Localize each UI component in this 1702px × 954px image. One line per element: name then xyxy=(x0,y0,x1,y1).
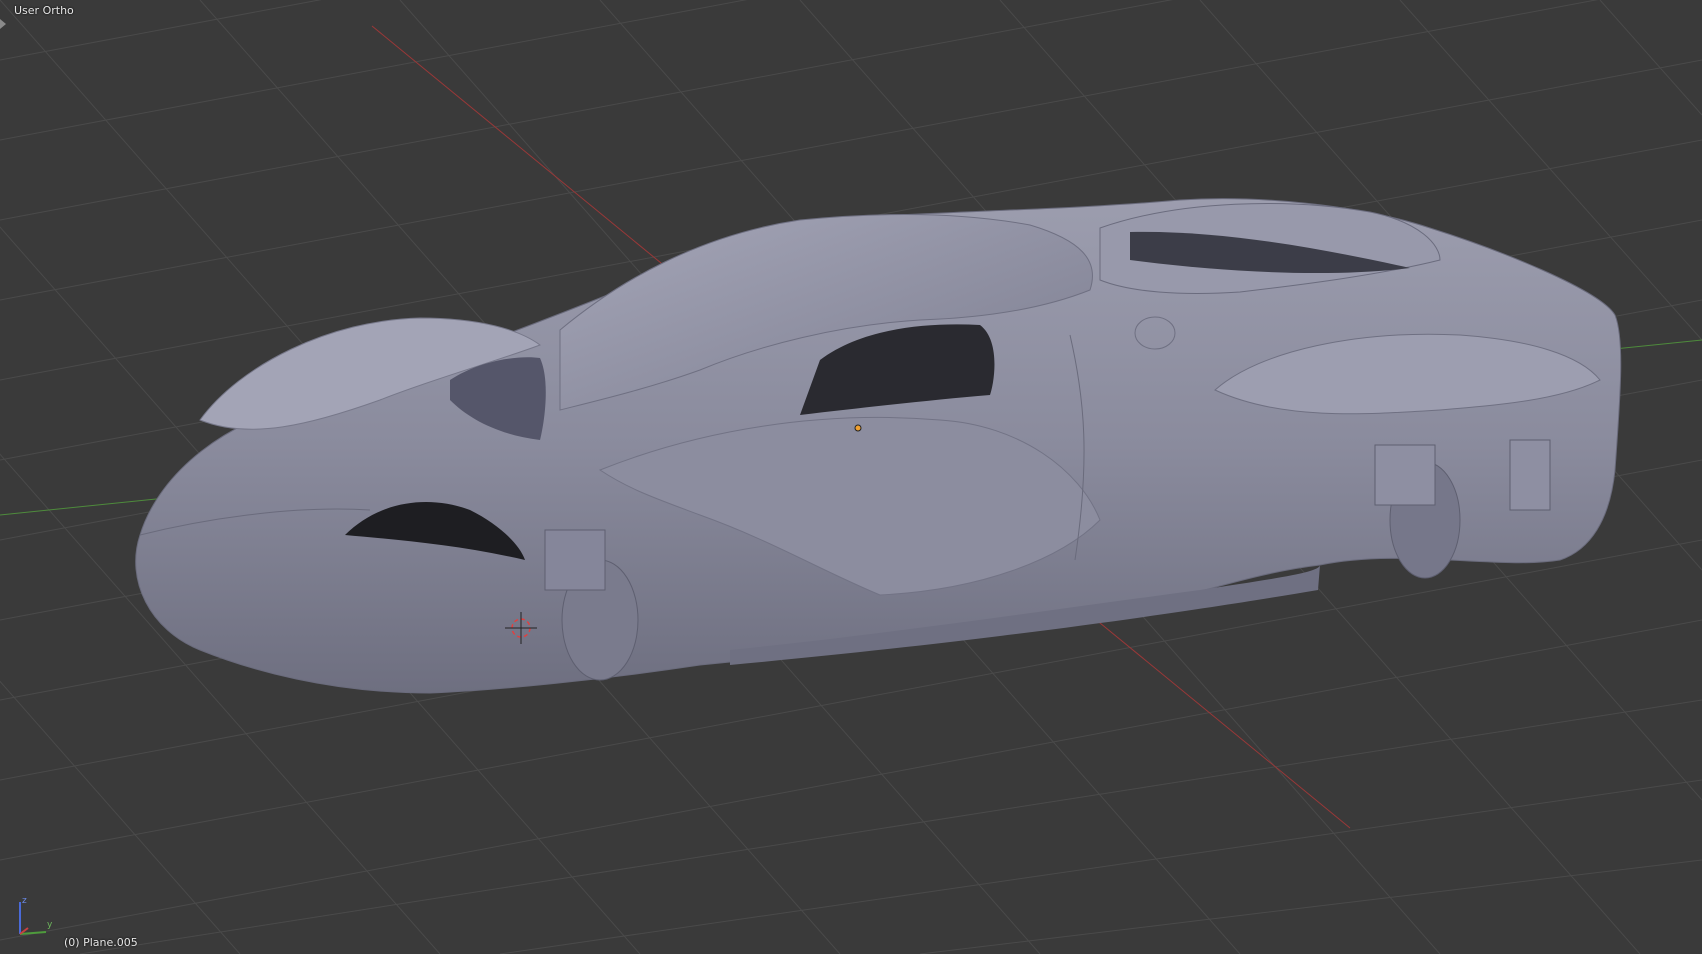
viewport-canvas[interactable] xyxy=(0,0,1702,954)
view-name-label: User Ortho xyxy=(14,4,74,17)
region-corner-handle[interactable] xyxy=(0,14,7,29)
3d-viewport[interactable] xyxy=(0,0,1702,954)
active-object-label: (0) Plane.005 xyxy=(64,936,138,949)
car-mesh[interactable] xyxy=(135,198,1622,694)
axis-orientation-gizmo: z y xyxy=(14,896,58,940)
gizmo-y-label: y xyxy=(47,920,53,930)
gizmo-z-label: z xyxy=(22,896,27,906)
object-origin xyxy=(854,424,862,432)
